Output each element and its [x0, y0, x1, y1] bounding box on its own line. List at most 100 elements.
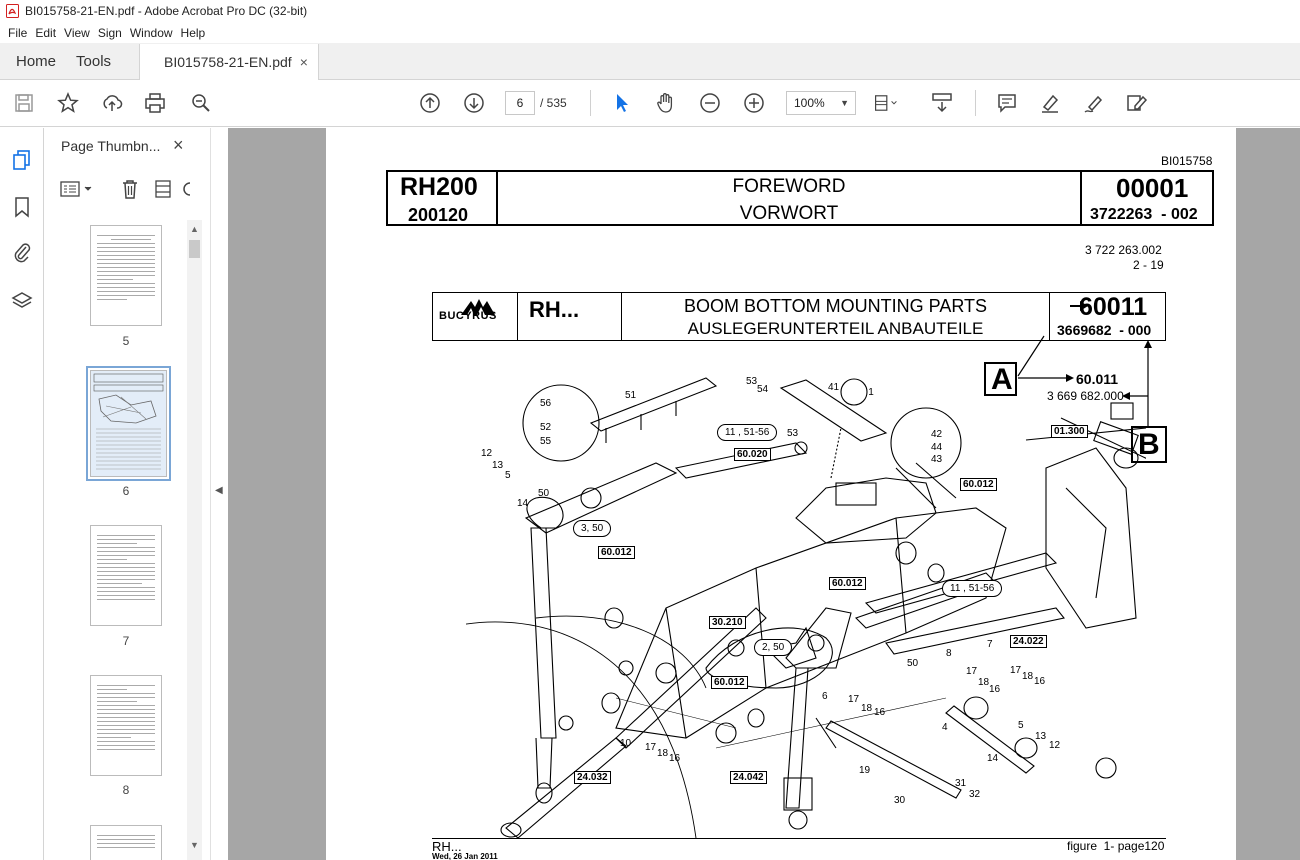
trash-icon[interactable] [119, 178, 141, 200]
scrollbar-thumb[interactable] [189, 240, 200, 258]
part-number: 51 [625, 390, 637, 401]
divider [517, 293, 518, 340]
title-bar: BI015758-21-EN.pdf - Adobe Acrobat Pro D… [0, 0, 1300, 22]
part-number: 12 [481, 448, 493, 459]
close-icon[interactable]: × [300, 54, 308, 70]
chevron-down-icon: ▼ [840, 98, 849, 108]
window-title: BI015758-21-EN.pdf - Adobe Acrobat Pro D… [25, 4, 308, 18]
close-icon[interactable]: × [173, 135, 184, 156]
doc-id: BI015758 [1161, 154, 1213, 168]
acrobat-icon [6, 4, 19, 18]
exploded-parts-diagram [466, 377, 1146, 838]
thumbnail-content [91, 526, 161, 600]
menu-edit[interactable]: Edit [31, 26, 60, 40]
part-number: 32 [969, 789, 981, 800]
menu-file[interactable]: File [4, 26, 31, 40]
save-icon[interactable] [12, 91, 36, 115]
label-60012: 60.012 [711, 676, 748, 689]
divider [1080, 172, 1082, 224]
zoom-value: 100% [794, 96, 825, 110]
thumbnail-content [93, 373, 164, 470]
footer-figure: figure 1- page120 [1067, 839, 1165, 853]
part-number: 54 [757, 384, 769, 395]
sign-icon[interactable] [1082, 91, 1106, 115]
part-number: 13 [1035, 731, 1047, 742]
part-number: 55 [540, 436, 552, 447]
part-number: 18 [861, 703, 873, 714]
menu-bar: File Edit View Sign Window Help [0, 22, 1300, 43]
printer-icon[interactable] [143, 91, 167, 115]
part-number: 10 [620, 738, 632, 749]
edit-pdf-icon[interactable] [1125, 91, 1149, 115]
layers-icon[interactable] [10, 289, 34, 313]
cursor-icon[interactable] [610, 91, 634, 115]
part-number: 16 [989, 684, 1001, 695]
thumbnail-panel: Page Thumbn... × 5 6 7 8 ▲ ▼ [45, 128, 210, 860]
thumbnail-page-6[interactable] [86, 366, 171, 481]
panel-splitter[interactable]: ◀ [210, 128, 228, 860]
label-24022: 24.022 [1010, 635, 1047, 648]
scroll-down-icon[interactable]: ▼ [190, 840, 199, 850]
thumbnail-page-9[interactable] [90, 825, 162, 860]
part-number: 41 [828, 382, 840, 393]
label-01300: 01.300 [1051, 425, 1088, 438]
menu-window[interactable]: Window [126, 26, 177, 40]
bookmark-icon[interactable] [10, 195, 34, 219]
zoom-select[interactable]: 100% ▼ [786, 91, 856, 115]
part-number: 18 [1022, 671, 1034, 682]
scroll-mode-icon[interactable] [930, 91, 954, 115]
page-thumbnails-icon[interactable] [10, 148, 34, 172]
arrow-down-icon[interactable] [462, 91, 486, 115]
arrow-up-icon[interactable] [418, 91, 442, 115]
star-icon[interactable] [56, 91, 80, 115]
search-icon[interactable] [189, 91, 213, 115]
part-number: 44 [931, 442, 943, 453]
menu-view[interactable]: View [60, 26, 94, 40]
header-model: RH200 [400, 173, 478, 201]
collapse-panel-icon[interactable]: ◀ [215, 485, 223, 496]
rotate-icon[interactable] [153, 178, 175, 200]
thumbnail-page-8[interactable] [90, 675, 162, 776]
page-total: / 535 [540, 96, 567, 110]
thumbnail-page-5[interactable] [90, 225, 162, 326]
page-header: RH200 200120 FOREWORD VORWORT 00001 3722… [386, 170, 1214, 226]
header-date-code: 200120 [408, 205, 469, 225]
label-30210: 30.210 [709, 616, 746, 629]
zoom-in-icon[interactable] [742, 91, 766, 115]
part-number: 16 [1034, 676, 1046, 687]
hand-icon[interactable] [654, 91, 678, 115]
page-fit-icon[interactable] [874, 91, 898, 115]
options-menu-icon[interactable] [59, 178, 95, 200]
menu-sign[interactable]: Sign [94, 26, 126, 40]
scroll-up-icon[interactable]: ▲ [190, 224, 199, 234]
tab-document[interactable]: BI015758-21-EN.pdf × [139, 44, 319, 80]
part-number: 18 [978, 677, 990, 688]
menu-help[interactable]: Help [177, 26, 210, 40]
rotate-arrow-icon[interactable] [181, 178, 193, 200]
toolbar-separator [590, 90, 591, 116]
part-number: 6 [822, 691, 828, 702]
toolbar [0, 80, 1300, 127]
part-number: 14 [987, 753, 999, 764]
upload-icon[interactable] [100, 91, 124, 115]
thumbnail-scrollbar[interactable]: ▲ ▼ [187, 220, 202, 860]
part-number: 50 [907, 658, 919, 669]
thumbnail-content [91, 226, 161, 300]
highlight-icon[interactable] [1038, 91, 1062, 115]
tab-home[interactable]: Home [0, 43, 72, 79]
thumbnail-page-7[interactable] [90, 525, 162, 626]
callout-2-50: 2, 50 [754, 639, 793, 656]
sub-ref-2: 2 - 19 [1133, 258, 1164, 272]
document-viewport[interactable]: BI015758 RH200 200120 FOREWORD VORWORT 0… [228, 128, 1300, 860]
part-number: 42 [931, 429, 943, 440]
part-number: 7 [987, 639, 993, 650]
label-60020: 60.020 [734, 448, 771, 461]
figure-number-arrow [1070, 301, 1088, 311]
page-number-input[interactable]: 6 [505, 91, 535, 115]
attachment-icon[interactable] [10, 240, 34, 264]
tab-tools[interactable]: Tools [72, 43, 127, 79]
comment-icon[interactable] [995, 91, 1019, 115]
zoom-out-icon[interactable] [698, 91, 722, 115]
part-number: 8 [946, 648, 952, 659]
thumbnail-page-number: 7 [122, 634, 130, 648]
